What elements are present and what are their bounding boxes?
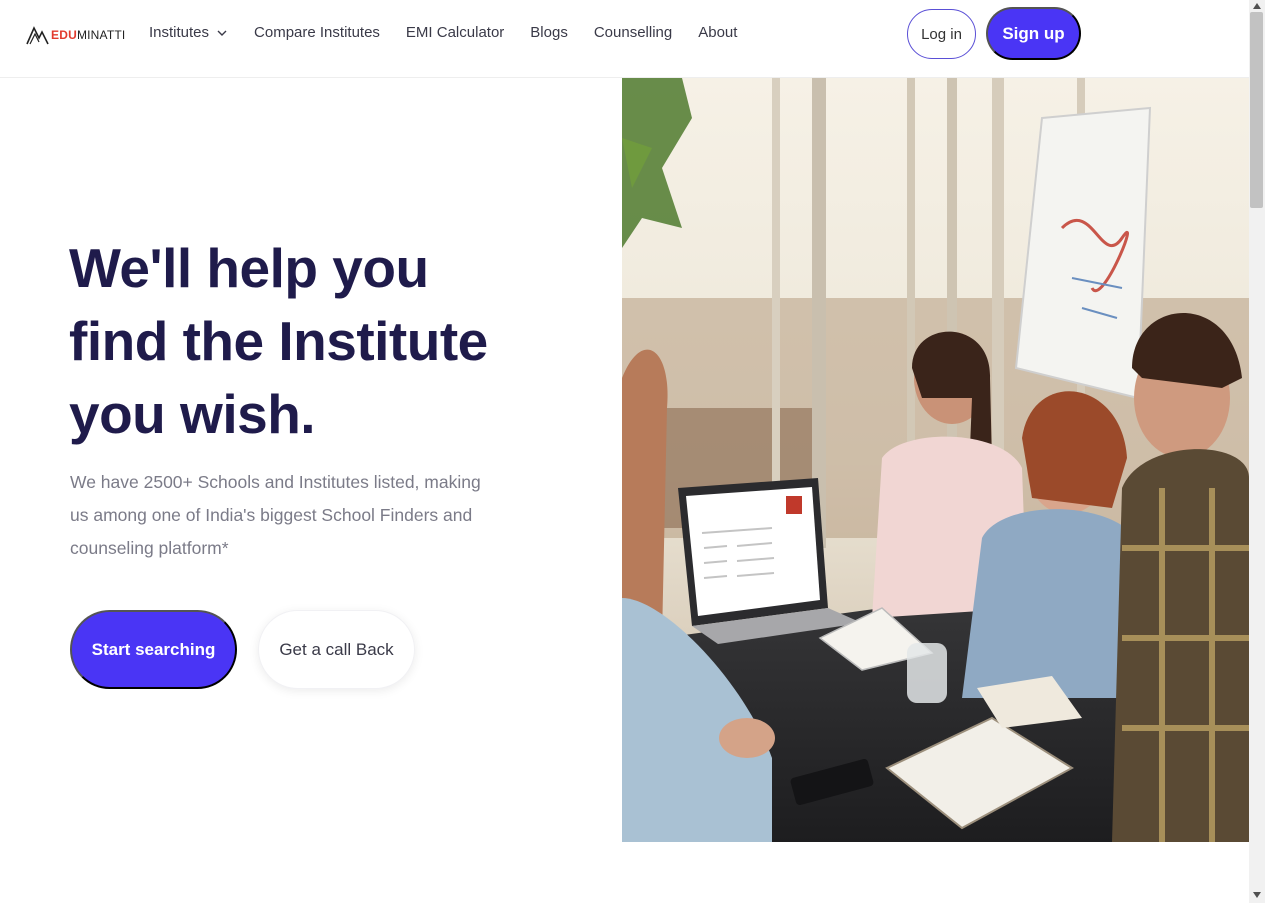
- nav-blogs[interactable]: Blogs: [530, 24, 568, 41]
- nav-institutes[interactable]: Institutes: [149, 24, 228, 41]
- logo-mark-icon: [26, 26, 49, 45]
- login-button[interactable]: Log in: [907, 9, 976, 59]
- logo-edu-text: EDU: [51, 28, 77, 42]
- logo-text: EDUMINATTI: [51, 28, 125, 42]
- signup-button[interactable]: Sign up: [986, 7, 1081, 60]
- site-header: EDUMINATTI Institutes Compare Institutes…: [0, 0, 1249, 78]
- site-logo[interactable]: EDUMINATTI: [26, 22, 125, 48]
- start-searching-button[interactable]: Start searching: [70, 610, 237, 689]
- scrollbar-thumb[interactable]: [1250, 12, 1263, 208]
- logo-minatti-text: MINATTI: [76, 28, 126, 42]
- scroll-up-icon[interactable]: [1250, 0, 1263, 12]
- scroll-down-icon[interactable]: [1250, 889, 1263, 901]
- hero-title: We'll help you find the Institute you wi…: [69, 237, 488, 445]
- hero-photo: [622, 78, 1249, 842]
- chevron-down-icon: [217, 30, 227, 36]
- hero-subtitle: We have 2500+ Schools and Institutes lis…: [70, 472, 481, 558]
- nav-emi-calculator[interactable]: EMI Calculator: [406, 24, 504, 41]
- main-nav: Institutes Compare Institutes EMI Calcul…: [149, 24, 763, 41]
- get-call-back-button[interactable]: Get a call Back: [258, 610, 415, 689]
- nav-institutes-label: Institutes: [149, 24, 210, 41]
- nav-compare-institutes[interactable]: Compare Institutes: [254, 24, 380, 41]
- nav-counselling[interactable]: Counselling: [594, 24, 672, 41]
- nav-about[interactable]: About: [698, 24, 737, 41]
